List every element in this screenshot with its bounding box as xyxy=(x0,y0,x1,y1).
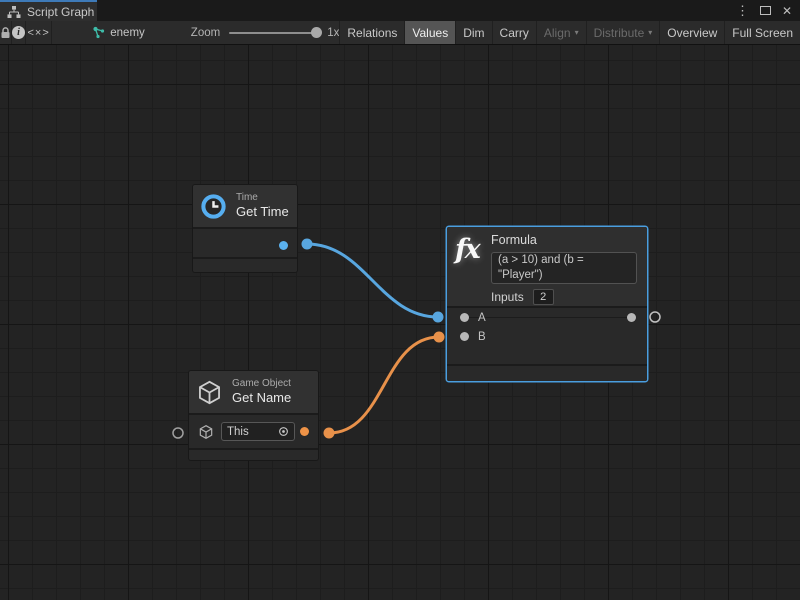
inputs-count-field[interactable]: 2 xyxy=(533,289,554,305)
toolbar-buttons: Relations Values Dim Carry Align ▾ Distr… xyxy=(339,21,800,44)
node-get-name[interactable]: Game Object Get Name This xyxy=(189,371,318,460)
wire-endpoint xyxy=(302,239,313,250)
node-get-time[interactable]: Time Get Time xyxy=(193,185,297,272)
wire-endpoint xyxy=(433,312,444,323)
game-object-cube-icon xyxy=(196,379,223,406)
output-port[interactable] xyxy=(279,241,288,250)
graph-reference[interactable]: enemy xyxy=(92,21,145,44)
zoom-value: 1x xyxy=(327,27,339,39)
object-picker-icon[interactable] xyxy=(278,426,289,437)
script-graph-window: Script Graph ⋮ ✕ i <×> xyxy=(0,0,800,600)
zoom-slider-handle[interactable] xyxy=(311,27,322,38)
kebab-menu-icon[interactable]: ⋮ xyxy=(736,4,749,17)
node-title: Get Time xyxy=(236,204,289,220)
chevron-down-icon: ▾ xyxy=(648,28,652,37)
fullscreen-button[interactable]: Full Screen xyxy=(724,21,800,44)
info-icon: i xyxy=(12,26,25,39)
node-category: Time xyxy=(236,192,289,204)
output-port[interactable] xyxy=(300,427,309,436)
lock-icon xyxy=(0,26,11,39)
node-title: Get Name xyxy=(232,390,291,406)
overview-button[interactable]: Overview xyxy=(659,21,724,44)
zoom-label: Zoom xyxy=(191,27,220,39)
zoom-slider[interactable] xyxy=(229,32,317,34)
distribute-button[interactable]: Distribute ▾ xyxy=(586,21,660,44)
tab-label: Script Graph xyxy=(27,5,94,19)
wire-endpoint xyxy=(434,332,445,343)
title-bar: Script Graph ⋮ ✕ xyxy=(0,0,800,21)
graph-toolbar: i <×> enemy Zoom 1x Relations Values Dim xyxy=(0,21,800,45)
code-view-button[interactable]: <×> xyxy=(26,21,52,44)
clock-icon xyxy=(200,193,227,220)
zoom-control: Zoom 1x xyxy=(191,21,340,44)
input-port-a[interactable] xyxy=(460,313,469,322)
info-button[interactable]: i xyxy=(12,21,26,44)
node-category: Game Object xyxy=(232,378,291,390)
output-port[interactable] xyxy=(627,313,636,322)
relations-button[interactable]: Relations xyxy=(339,21,404,44)
unconnected-output-indicator[interactable] xyxy=(650,312,660,322)
connections-layer xyxy=(0,45,800,600)
target-object-field[interactable]: This xyxy=(221,422,295,441)
wire-endpoint xyxy=(324,428,335,439)
tab-script-graph[interactable]: Script Graph xyxy=(0,0,97,21)
graph-nodes-icon xyxy=(92,26,105,39)
input-port-b[interactable] xyxy=(460,332,469,341)
unconnected-input-indicator[interactable] xyxy=(173,428,183,438)
cube-icon xyxy=(198,424,214,440)
formula-fx-icon: fx xyxy=(455,235,491,265)
chevron-down-icon: ▾ xyxy=(575,28,579,37)
node-title: Formula xyxy=(491,233,637,248)
code-icon: <×> xyxy=(27,27,49,39)
dim-button[interactable]: Dim xyxy=(455,21,491,44)
graph-name: enemy xyxy=(110,27,145,39)
close-icon[interactable]: ✕ xyxy=(782,5,792,17)
inputs-label: Inputs xyxy=(491,290,524,304)
node-formula[interactable]: fx Formula (a > 10) and (b = "Player") I… xyxy=(447,227,647,381)
wire-getname-to-formula-b[interactable] xyxy=(329,337,439,433)
carry-button[interactable]: Carry xyxy=(492,21,536,44)
graph-canvas[interactable]: Time Get Time fx Formula (a > 10) and (b… xyxy=(0,45,800,600)
formula-expression-field[interactable]: (a > 10) and (b = "Player") xyxy=(491,252,637,284)
values-button[interactable]: Values xyxy=(404,21,455,44)
lock-button[interactable] xyxy=(0,21,12,44)
graph-hierarchy-icon xyxy=(7,5,21,19)
wire-gettime-to-formula-a[interactable] xyxy=(307,244,438,317)
maximize-icon[interactable] xyxy=(760,6,771,15)
align-button[interactable]: Align ▾ xyxy=(536,21,586,44)
